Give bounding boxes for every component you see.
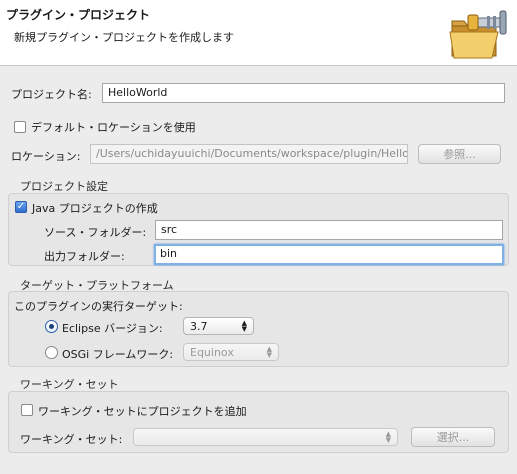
output-folder-input[interactable]: bin xyxy=(154,244,504,265)
project-name-input[interactable]: HelloWorld xyxy=(102,83,505,103)
location-label: ロケーション: xyxy=(11,150,81,163)
location-input[interactable]: /Users/uchidayuuichi/Documents/workspace… xyxy=(90,144,408,164)
checkmark-icon: ✓ xyxy=(16,201,26,212)
osgi-framework-label: OSGi フレームワーク: xyxy=(62,348,174,361)
output-folder-label: 出力フォルダー: xyxy=(44,250,125,263)
source-folder-label: ソース・フォルダー: xyxy=(44,226,147,239)
source-folder-input[interactable]: src xyxy=(155,220,503,240)
project-name-label: プロジェクト名: xyxy=(11,88,92,101)
default-location-checkbox[interactable]: ✓ xyxy=(14,121,26,133)
eclipse-version-label: Eclipse バージョン: xyxy=(62,322,163,335)
osgi-framework-radio[interactable] xyxy=(45,346,58,359)
browse-button[interactable]: 参照... xyxy=(418,144,501,164)
eclipse-version-radio[interactable] xyxy=(45,320,58,333)
add-to-working-set-label: ワーキング・セットにプロジェクトを追加 xyxy=(38,405,247,418)
updown-arrows-icon: ▲ ▼ xyxy=(241,319,247,333)
radio-dot-icon xyxy=(49,324,54,329)
java-project-checkbox[interactable]: ✓ xyxy=(15,201,27,213)
project-settings-title: プロジェクト設定 xyxy=(20,180,108,193)
osgi-framework-select[interactable]: Equinox ▲ ▼ xyxy=(183,343,279,361)
add-to-working-set-checkbox[interactable] xyxy=(21,404,33,416)
updown-arrows-icon: ▲ ▼ xyxy=(266,345,272,359)
checkmark-icon: ✓ xyxy=(15,121,25,132)
osgi-framework-value: Equinox xyxy=(190,345,234,359)
working-sets-title: ワーキング・セット xyxy=(20,378,119,391)
working-sets-label: ワーキング・セット: xyxy=(20,433,123,446)
wizard-title: プラグイン・プロジェクト xyxy=(6,8,151,22)
default-location-label: デフォルト・ロケーションを使用 xyxy=(31,121,196,134)
folder-plug-icon xyxy=(449,10,507,59)
eclipse-version-value: 3.7 xyxy=(190,319,208,333)
wizard-description: 新規プラグイン・プロジェクトを作成します xyxy=(14,31,234,44)
select-working-set-button[interactable]: 選択... xyxy=(411,427,495,447)
run-target-label: このプラグインの実行ターゲット: xyxy=(14,300,183,313)
updown-arrows-icon: ▲ ▼ xyxy=(385,430,391,444)
java-project-label: Java プロジェクトの作成 xyxy=(32,202,158,215)
working-sets-select[interactable]: ▲ ▼ xyxy=(133,428,398,446)
eclipse-version-select[interactable]: 3.7 ▲ ▼ xyxy=(183,317,254,335)
